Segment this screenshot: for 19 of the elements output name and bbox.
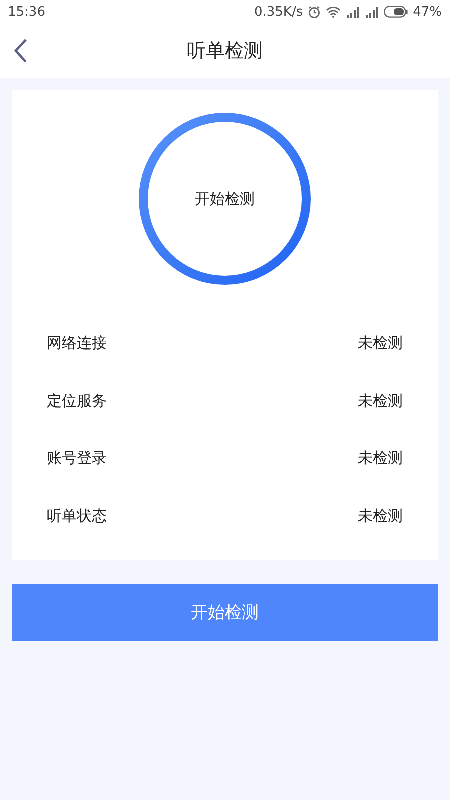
battery-percent: 47% [413,4,442,20]
battery-icon [384,6,408,18]
check-item-label: 账号登录 [47,449,107,468]
check-item-status: 未检测 [358,449,403,468]
check-item-label: 网络连接 [47,334,107,354]
signal-icon [365,6,380,18]
back-icon[interactable] [14,38,28,64]
check-item-status: 未检测 [358,506,403,526]
network-speed: 0.35K/s [254,4,304,20]
check-item-status: 未检测 [358,334,403,354]
alarm-icon [308,6,322,18]
signal-icon [346,6,360,18]
page-title: 听单检测 [187,39,263,64]
wifi-icon [326,6,342,18]
status-time: 15:36 [8,4,46,20]
check-item-label: 定位服务 [47,392,107,411]
check-item-label: 听单状态 [47,506,107,526]
start-check-ring[interactable]: 开始检测 [139,113,311,285]
check-item-status: 未检测 [358,392,403,411]
